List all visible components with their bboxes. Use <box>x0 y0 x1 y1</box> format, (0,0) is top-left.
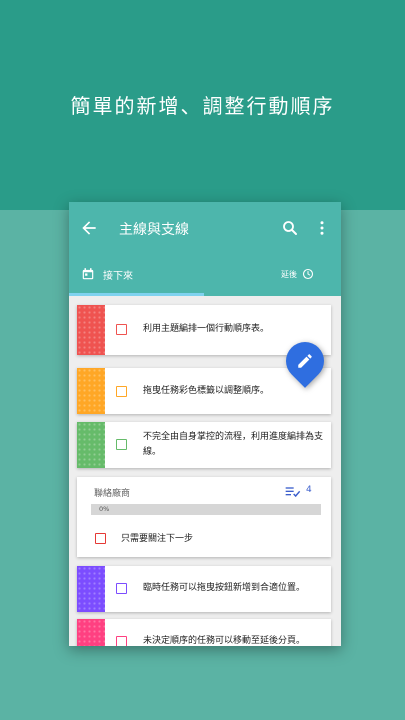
task-color-tag[interactable] <box>77 619 105 646</box>
group-task-text: 只需要關注下一步 <box>121 534 194 544</box>
pencil-icon <box>298 354 312 368</box>
page-title: 主線與支線 <box>119 222 189 238</box>
task-color-tag[interactable] <box>77 566 105 612</box>
tab-next-label: 接下來 <box>103 270 133 282</box>
app-screen: 主線與支線 接下來 延後 利用主題編排一個行動順序表。 拖曳任務彩色標籤以調整順… <box>69 202 341 646</box>
app-bar: 主線與支線 接下來 延後 <box>69 202 341 296</box>
task-checkbox[interactable] <box>116 439 127 450</box>
tab-indicator <box>69 293 204 296</box>
more-vert-icon[interactable] <box>315 219 329 237</box>
group-name: 聯絡廠商 <box>94 489 131 499</box>
task-card[interactable]: 臨時任務可以拖曳按鈕新增到合適位置。 <box>77 566 331 612</box>
task-text: 未決定順序的任務可以移動至延後分頁。 <box>143 636 306 646</box>
task-text: 拖曳任務彩色標籤以調整順序。 <box>143 386 270 396</box>
back-arrow-icon[interactable] <box>79 218 99 238</box>
task-checkbox[interactable] <box>95 533 106 544</box>
task-checkbox[interactable] <box>116 386 127 397</box>
task-color-tag[interactable] <box>77 368 105 414</box>
calendar-icon <box>82 268 94 280</box>
progress-label: 0% <box>99 505 110 513</box>
task-checkbox[interactable] <box>116 324 127 335</box>
task-text: 臨時任務可以拖曳按鈕新增到合適位置。 <box>143 583 306 593</box>
task-color-tag[interactable] <box>77 422 105 468</box>
task-text: 利用主題編排一個行動順序表。 <box>143 324 270 334</box>
playlist-check-icon[interactable] <box>285 485 301 499</box>
task-card[interactable]: 未決定順序的任務可以移動至延後分頁。 <box>77 619 331 646</box>
promo-header: 簡單的新增、調整行動順序 <box>0 0 405 210</box>
tab-next[interactable]: 接下來 <box>81 264 133 284</box>
task-color-tag[interactable] <box>77 305 105 355</box>
tab-later-label: 延後 <box>281 269 297 279</box>
task-checkbox[interactable] <box>116 583 127 594</box>
group-count: 4 <box>306 485 312 495</box>
promo-title: 簡單的新增、調整行動順序 <box>70 94 335 118</box>
progress-bar: 0% <box>91 504 321 515</box>
tab-later[interactable]: 延後 <box>281 264 314 284</box>
search-icon[interactable] <box>281 219 299 237</box>
task-text: 不完全由自身掌控的流程，利用進度編排為支線。 <box>143 432 324 457</box>
clock-icon <box>302 268 314 280</box>
branch-group-card[interactable]: 聯絡廠商 4 0% 只需要關注下一步 <box>77 477 331 557</box>
task-checkbox[interactable] <box>116 636 127 646</box>
task-card[interactable]: 不完全由自身掌控的流程，利用進度編排為支線。 <box>77 422 331 468</box>
